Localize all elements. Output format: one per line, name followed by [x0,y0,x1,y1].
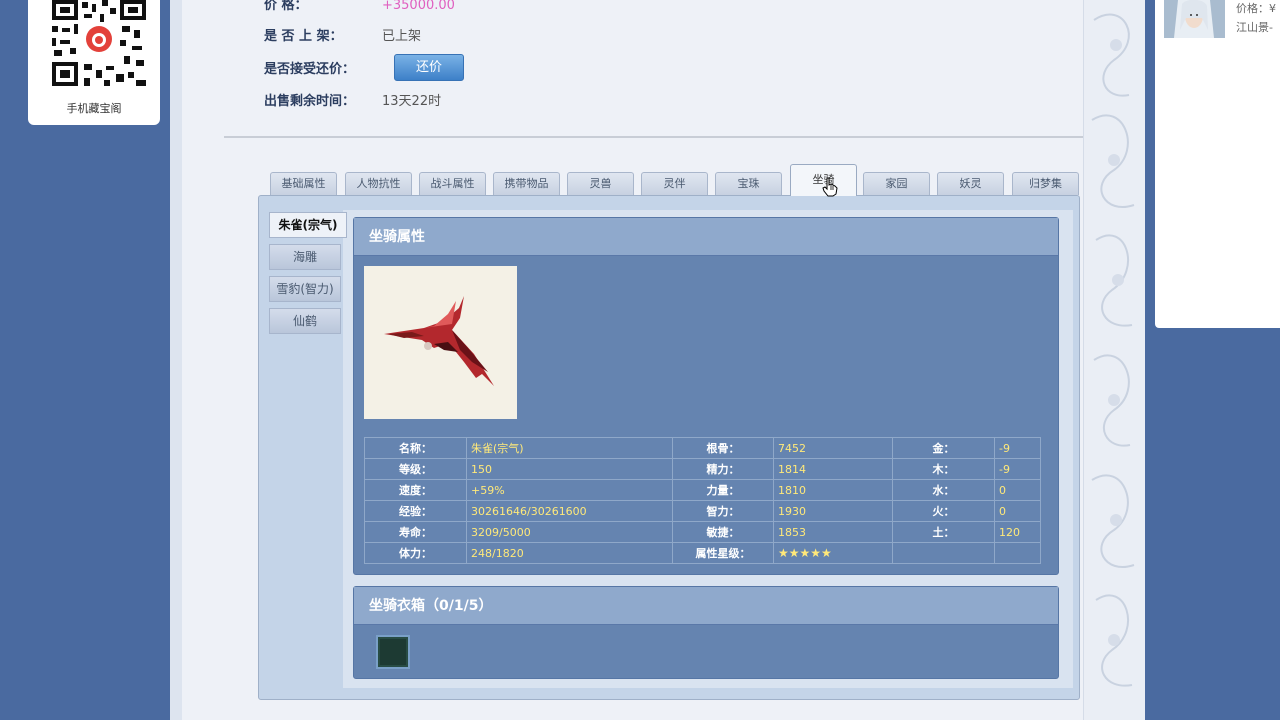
attr-value: 1810 [773,479,893,501]
table-row: 体力： 248/1820 属性星级： ★★★★★ [364,542,1041,564]
table-row: 名称： 朱雀(宗气) 根骨： 7452 金： -9 [364,437,1041,459]
listing-price-label: 价格：¥ [1236,2,1276,15]
mount-wardrobe-title: 坐骑衣箱（0/1/5） [354,587,1058,625]
mount-wardrobe-block: 坐骑衣箱（0/1/5） [353,586,1059,679]
attr-key: 力量： [672,479,774,501]
attr-value [994,542,1041,564]
tab-combat[interactable]: 战斗属性 [419,172,486,195]
attr-value: -9 [994,437,1041,459]
star-rating: ★★★★★ [773,542,893,564]
tab-items[interactable]: 携带物品 [493,172,560,195]
remaining-value: 13天22时 [382,94,442,109]
mount-item-zhuque[interactable]: 朱雀(宗气) [269,212,347,238]
tab-spirit-beast[interactable]: 灵兽 [567,172,634,195]
avatar [1164,0,1225,38]
attr-value: 0 [994,479,1041,501]
attr-value: 248/1820 [466,542,673,564]
attr-key [892,542,995,564]
tab-dream-collection[interactable]: 归梦集 [1012,172,1079,195]
attr-value: 150 [466,458,673,480]
attr-value: 1853 [773,521,893,543]
price-row: 价 格： +35000.00 [264,0,455,13]
price-label: 价 格： [264,0,308,13]
counter-offer-button[interactable]: 还价 [394,54,464,81]
mount-item-haidiao[interactable]: 海雕 [269,244,341,270]
table-row: 寿命： 3209/5000 敏捷： 1853 土： 120 [364,521,1041,543]
tab-home[interactable]: 家园 [863,172,930,195]
mount-item-xuebao[interactable]: 雪豹(智力) [269,276,341,302]
table-row: 速度： +59% 力量： 1810 水： 0 [364,479,1041,501]
mount-list: 朱雀(宗气) 海雕 雪豹(智力) 仙鹤 [269,212,347,340]
tab-spirit-companion[interactable]: 灵伴 [641,172,708,195]
mount-item-xianhe[interactable]: 仙鹤 [269,308,341,334]
tab-basic[interactable]: 基础属性 [270,172,337,195]
divider [224,136,1104,138]
counter-offer-row: 是否接受还价： [264,58,382,77]
attr-value: 7452 [773,437,893,459]
attr-key: 经验： [364,500,467,522]
attr-value: 120 [994,521,1041,543]
qr-card: 手机藏宝阁 [28,0,160,125]
price-value: +35000.00 [382,0,455,13]
listed-row: 是 否 上 架： 已上架 [264,25,421,44]
attr-value: 朱雀(宗气) [466,437,673,459]
attr-key: 根骨： [672,437,774,459]
attr-key: 精力： [672,458,774,480]
attr-key: 等级： [364,458,467,480]
listing-card[interactable]: 价格：¥ 江山景- [1155,0,1280,328]
attr-value: -9 [994,458,1041,480]
attr-key: 土： [892,521,995,543]
tab-gems[interactable]: 宝珠 [715,172,782,195]
main-page: 价 格： +35000.00 是 否 上 架： 已上架 是否接受还价： 还价 出售剩… [170,0,1145,720]
attr-key: 敏捷： [672,521,774,543]
attr-value: 1814 [773,458,893,480]
attr-key: 属性星级： [672,542,774,564]
wardrobe-slot[interactable] [376,635,410,669]
attr-value: 3209/5000 [466,521,673,543]
qr-code [40,0,148,88]
attr-value: 0 [994,500,1041,522]
listed-label: 是 否 上 架： [264,29,343,44]
attr-key: 体力： [364,542,467,564]
table-row: 等级： 150 精力： 1814 木： -9 [364,458,1041,480]
attr-value: +59% [466,479,673,501]
mount-attributes-title: 坐骑属性 [354,218,1058,256]
mount-attributes-table: 名称： 朱雀(宗气) 根骨： 7452 金： -9 等级： 150 精力： 18… [364,437,1041,564]
tab-demon-spirit[interactable]: 妖灵 [937,172,1004,195]
attr-key: 木： [892,458,995,480]
attr-key: 金： [892,437,995,459]
attr-key: 智力： [672,500,774,522]
mount-image [364,266,517,419]
attr-value: 30261646/30261600 [466,500,673,522]
listing-name: 江山景- [1236,21,1273,34]
remaining-row: 出售剩余时间： 13天22时 [264,90,441,109]
tab-resistance[interactable]: 人物抗性 [345,172,412,195]
remaining-label: 出售剩余时间： [264,94,356,109]
listed-value: 已上架 [382,29,422,44]
mount-attributes-block: 坐骑属性 名称： 朱雀(宗气) 根骨： 7452 金： -9 等级： 150 精… [353,217,1059,575]
table-row: 经验： 30261646/30261600 智力： 1930 火： 0 [364,500,1041,522]
counter-offer-label: 是否接受还价： [264,62,356,77]
decorative-border [1083,0,1145,720]
attr-value: 1930 [773,500,893,522]
attr-key: 水： [892,479,995,501]
attr-key: 速度： [364,479,467,501]
attr-key: 寿命： [364,521,467,543]
attr-key: 名称： [364,437,467,459]
qr-label: 手机藏宝阁 [66,102,122,115]
mount-panel: 朱雀(宗气) 海雕 雪豹(智力) 仙鹤 坐骑属性 名称： 朱雀(宗气) 根骨： … [258,195,1080,700]
hand-cursor-icon [822,177,838,201]
attr-key: 火： [892,500,995,522]
